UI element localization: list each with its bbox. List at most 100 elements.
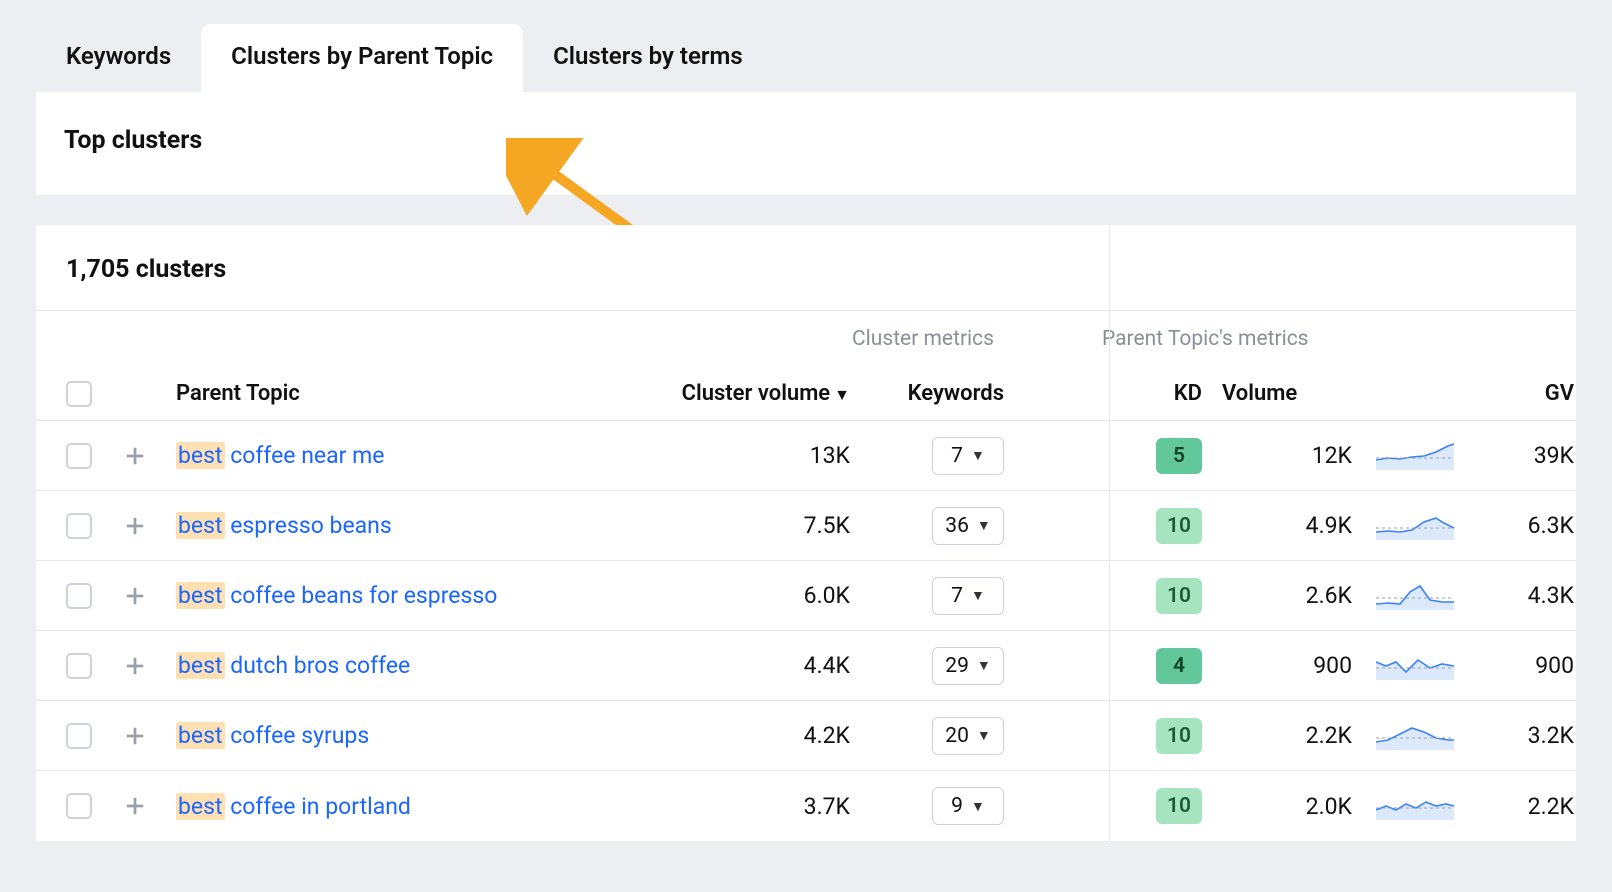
row-checkbox[interactable] [66, 653, 92, 679]
cluster-volume-value: 4.4K [680, 652, 850, 679]
parent-topic-rest: coffee syrups [225, 722, 370, 749]
expand-button[interactable] [120, 511, 150, 541]
kd-badge: 5 [1156, 438, 1202, 474]
parent-topic-link[interactable]: best coffee near me [176, 442, 666, 469]
plus-icon [124, 795, 146, 817]
keywords-dropdown[interactable]: 29▼ [932, 647, 1004, 685]
group-header-row: Cluster metrics Parent Topic's metrics [36, 311, 1576, 367]
select-all-checkbox[interactable] [66, 381, 92, 407]
top-clusters-heading: Top clusters [36, 92, 1576, 195]
col-keywords[interactable]: Keywords [864, 381, 1004, 406]
col-gv[interactable]: GV [1474, 381, 1574, 406]
sparkline [1370, 792, 1460, 820]
cluster-volume-value: 6.0K [680, 582, 850, 609]
keywords-dropdown[interactable]: 9▼ [932, 787, 1004, 825]
volume-value: 4.9K [1216, 512, 1356, 539]
group-header-cluster: Cluster metrics [680, 327, 1004, 351]
col-cluster-volume[interactable]: Cluster volume▼ [680, 381, 850, 406]
gv-value: 6.3K [1474, 512, 1574, 539]
column-header-row: Parent Topic Cluster volume▼ Keywords KD… [36, 367, 1576, 421]
row-checkbox[interactable] [66, 583, 92, 609]
sparkline-icon [1376, 652, 1454, 680]
keywords-dropdown[interactable]: 7▼ [932, 577, 1004, 615]
kd-badge: 10 [1156, 788, 1202, 824]
caret-down-icon: ▼ [971, 798, 985, 815]
sparkline [1370, 582, 1460, 610]
caret-down-icon: ▼ [977, 517, 991, 534]
gv-value: 39K [1474, 442, 1574, 469]
parent-topic-rest: coffee in portland [225, 793, 411, 820]
expand-button[interactable] [120, 651, 150, 681]
keywords-dropdown[interactable]: 20▼ [932, 717, 1004, 755]
group-header-parent: Parent Topic's metrics [1092, 327, 1612, 351]
keywords-dropdown[interactable]: 36▼ [932, 507, 1004, 545]
col-cluster-volume-label: Cluster volume [682, 381, 831, 406]
kd-badge: 10 [1156, 718, 1202, 754]
parent-topic-rest: coffee beans for espresso [225, 582, 498, 609]
keywords-count: 7 [951, 444, 963, 468]
gv-value: 2.2K [1474, 793, 1574, 820]
caret-down-icon: ▼ [971, 587, 985, 604]
row-checkbox[interactable] [66, 793, 92, 819]
plus-icon [124, 585, 146, 607]
clusters-table: Cluster metrics Parent Topic's metrics P… [36, 311, 1576, 841]
expand-button[interactable] [120, 791, 150, 821]
plus-icon [124, 515, 146, 537]
col-volume[interactable]: Volume [1216, 381, 1356, 406]
kd-badge: 10 [1156, 578, 1202, 614]
row-checkbox[interactable] [66, 513, 92, 539]
row-checkbox[interactable] [66, 723, 92, 749]
keywords-cell: 7▼ [932, 577, 1004, 615]
tab-keywords[interactable]: Keywords [36, 24, 201, 92]
table-row: best espresso beans7.5K36▼104.9K6.3K6.4K… [36, 491, 1576, 561]
col-tp[interactable]: TP [1588, 381, 1612, 406]
parent-topic-rest: espresso beans [225, 512, 392, 539]
col-parent-topic[interactable]: Parent Topic [176, 381, 666, 406]
highlight-term: best [176, 582, 225, 609]
parent-topic-link[interactable]: best coffee beans for espresso [176, 582, 666, 609]
gv-value: 3.2K [1474, 722, 1574, 749]
plus-icon [124, 655, 146, 677]
volume-value: 2.2K [1216, 722, 1356, 749]
sparkline [1370, 652, 1460, 680]
sparkline-icon [1376, 512, 1454, 540]
tp-value: 2.1K [1588, 652, 1612, 679]
clusters-count: 1,705 clusters [36, 225, 1576, 311]
parent-topic-link[interactable]: best espresso beans [176, 512, 666, 539]
highlight-term: best [176, 793, 225, 820]
tab-clusters-parent[interactable]: Clusters by Parent Topic [201, 24, 523, 92]
table-row: best coffee in portland3.7K9▼102.0K2.2K6… [36, 771, 1576, 841]
keywords-cell: 7▼ [932, 437, 1004, 475]
parent-topic-rest: coffee near me [225, 442, 385, 469]
highlight-term: best [176, 652, 225, 679]
volume-value: 900 [1216, 652, 1356, 679]
highlight-term: best [176, 722, 225, 749]
keywords-count: 29 [945, 654, 969, 678]
sparkline [1370, 442, 1460, 470]
kd-badge: 4 [1156, 648, 1202, 684]
caret-down-icon: ▼ [971, 447, 985, 464]
cluster-volume-value: 13K [680, 442, 850, 469]
plus-icon [124, 725, 146, 747]
parent-topic-rest: dutch bros coffee [225, 652, 411, 679]
tabs-bar: Keywords Clusters by Parent Topic Cluste… [0, 0, 1612, 92]
parent-topic-link[interactable]: best coffee in portland [176, 793, 666, 820]
keywords-cell: 29▼ [932, 647, 1004, 685]
tp-value: 6.7K [1588, 793, 1612, 820]
sparkline [1370, 722, 1460, 750]
top-clusters-label: Top clusters [64, 126, 202, 155]
row-checkbox[interactable] [66, 443, 92, 469]
top-clusters-panel: Top clusters [36, 92, 1576, 195]
expand-button[interactable] [120, 721, 150, 751]
expand-button[interactable] [120, 441, 150, 471]
sparkline-icon [1376, 442, 1454, 470]
keywords-count: 20 [945, 724, 969, 748]
parent-topic-link[interactable]: best coffee syrups [176, 722, 666, 749]
keywords-dropdown[interactable]: 7▼ [932, 437, 1004, 475]
highlight-term: best [176, 512, 225, 539]
cluster-volume-value: 4.2K [680, 722, 850, 749]
tab-clusters-terms[interactable]: Clusters by terms [523, 24, 773, 92]
expand-button[interactable] [120, 581, 150, 611]
parent-topic-link[interactable]: best dutch bros coffee [176, 652, 666, 679]
sparkline-icon [1376, 722, 1454, 750]
